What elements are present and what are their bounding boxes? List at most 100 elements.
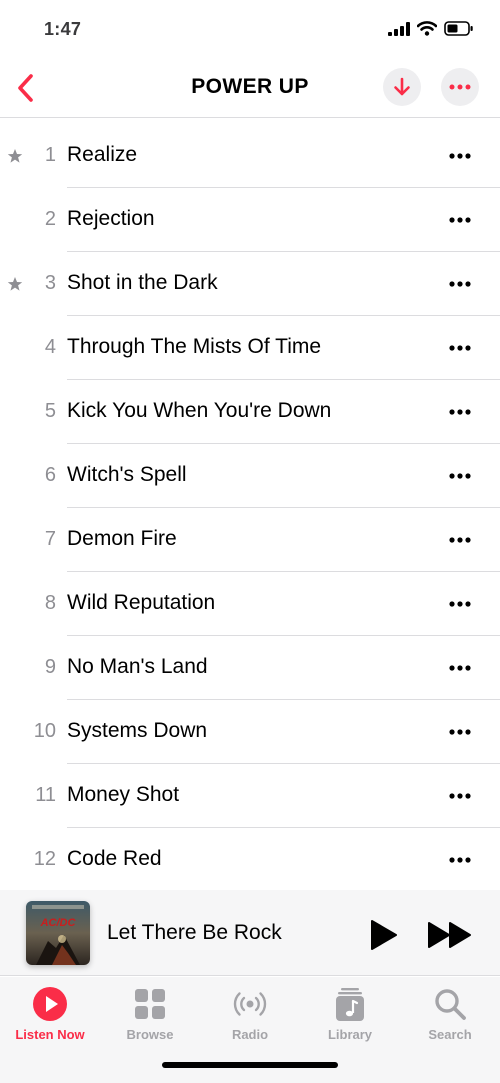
tab-library[interactable]: Library — [300, 985, 400, 1049]
tab-radio[interactable]: Radio — [200, 985, 300, 1049]
more-options-button[interactable] — [441, 68, 479, 106]
track-number: 3 — [44, 272, 56, 294]
track-more-button[interactable] — [440, 526, 480, 554]
ellipsis-icon — [449, 537, 471, 543]
track-row[interactable]: 6 Witch's Spell — [0, 444, 500, 508]
track-number: 2 — [44, 208, 56, 230]
ellipsis-icon — [449, 665, 471, 671]
track-number: 4 — [44, 336, 56, 358]
tab-label: Search — [428, 1027, 472, 1042]
forward-button[interactable] — [426, 919, 474, 951]
track-more-button[interactable] — [440, 398, 480, 426]
tab-label: Browse — [126, 1027, 174, 1042]
track-number: 10 — [33, 720, 56, 742]
track-more-button[interactable] — [440, 782, 480, 810]
tab-browse[interactable]: Browse — [100, 985, 200, 1049]
track-number: 7 — [44, 528, 56, 550]
track-row[interactable]: 5 Kick You When You're Down — [0, 380, 500, 444]
track-title: Wild Reputation — [67, 591, 216, 614]
broadcast-icon — [233, 992, 267, 1016]
track-more-button[interactable] — [440, 846, 480, 874]
track-more-button[interactable] — [440, 718, 480, 746]
mini-player[interactable]: AC/DC Let There Be Rock — [0, 890, 500, 976]
ellipsis-icon — [449, 857, 471, 863]
track-title: Money Shot — [67, 783, 180, 806]
track-number: 1 — [44, 144, 56, 166]
status-time: 1:47 — [44, 19, 82, 39]
track-row[interactable]: 4 Through The Mists Of Time — [0, 316, 500, 380]
ellipsis-icon — [449, 601, 471, 607]
music-note-stack-icon — [336, 988, 364, 1021]
artwork-logo: AC/DC — [40, 917, 77, 929]
now-playing-title[interactable]: Let There Be Rock — [107, 921, 282, 945]
ellipsis-icon — [449, 217, 471, 223]
track-more-button[interactable] — [440, 270, 480, 298]
tab-search[interactable]: Search — [400, 985, 500, 1049]
track-title: Code Red — [67, 847, 162, 870]
search-icon — [435, 989, 466, 1020]
track-number: 12 — [33, 848, 56, 870]
track-row[interactable]: 8 Wild Reputation — [0, 572, 500, 636]
signal-icon — [388, 21, 410, 36]
home-indicator[interactable] — [162, 1062, 338, 1068]
track-more-button[interactable] — [440, 334, 480, 362]
track-row[interactable]: 1 Realize — [0, 124, 500, 188]
ellipsis-icon — [449, 281, 471, 287]
play-circle-icon — [33, 987, 67, 1021]
tab-label: Library — [327, 1027, 373, 1042]
track-title: Demon Fire — [67, 527, 177, 550]
ellipsis-icon — [449, 729, 471, 735]
track-row[interactable]: 10 Systems Down — [0, 700, 500, 764]
track-title: Shot in the Dark — [67, 271, 218, 294]
track-row[interactable]: 3 Shot in the Dark — [0, 252, 500, 316]
track-row[interactable]: 7 Demon Fire — [0, 508, 500, 572]
track-title: Rejection — [67, 207, 155, 230]
ellipsis-icon — [449, 473, 471, 479]
fast-forward-icon — [428, 922, 471, 948]
nav-bar: POWER UP — [0, 60, 500, 118]
track-number: 8 — [44, 592, 56, 614]
star-icon — [7, 277, 23, 291]
track-title: Systems Down — [67, 719, 208, 742]
track-title: Kick You When You're Down — [67, 399, 332, 422]
track-list: 1 Realize 2 Rejection 3 Shot in the Dark 4 Thro… — [0, 124, 500, 890]
track-row[interactable]: 12 Code Red — [0, 828, 500, 890]
arrow-down-icon — [394, 77, 410, 96]
ellipsis-icon — [449, 793, 471, 799]
page-title: POWER UP — [191, 75, 309, 98]
star-icon — [7, 149, 23, 163]
download-button[interactable] — [383, 68, 421, 106]
grid-icon — [135, 989, 165, 1019]
track-number: 5 — [44, 400, 56, 422]
play-icon — [371, 920, 397, 950]
track-row[interactable]: 2 Rejection — [0, 188, 500, 252]
track-more-button[interactable] — [440, 654, 480, 682]
ellipsis-icon — [449, 345, 471, 351]
album-artwork[interactable]: AC/DC — [26, 901, 90, 965]
track-more-button[interactable] — [440, 206, 480, 234]
status-bar: 1:47 — [0, 0, 500, 60]
ellipsis-icon — [449, 409, 471, 415]
play-button[interactable] — [366, 918, 400, 952]
track-number: 6 — [44, 464, 56, 486]
status-icons — [388, 21, 474, 36]
album-screen: 1:47 POWER UP 1 Realize 2 Rejection 3 Sh… — [0, 0, 500, 1083]
track-title: Through The Mists Of Time — [67, 335, 322, 358]
tab-listen-now[interactable]: Listen Now — [0, 985, 100, 1049]
wifi-icon — [417, 21, 437, 36]
ellipsis-icon — [449, 153, 471, 159]
track-more-button[interactable] — [440, 590, 480, 618]
tab-label: Radio — [231, 1027, 269, 1042]
track-title: Witch's Spell — [67, 463, 187, 486]
track-more-button[interactable] — [440, 462, 480, 490]
track-title: No Man's Land — [67, 655, 208, 678]
track-more-button[interactable] — [440, 142, 480, 170]
ellipsis-icon — [449, 84, 471, 90]
battery-icon — [444, 21, 473, 36]
track-row[interactable]: 11 Money Shot — [0, 764, 500, 828]
track-number: 11 — [35, 784, 56, 806]
track-row[interactable]: 9 No Man's Land — [0, 636, 500, 700]
tab-label: Listen Now — [15, 1027, 85, 1042]
track-number: 9 — [44, 656, 56, 678]
track-title: Realize — [67, 143, 138, 166]
